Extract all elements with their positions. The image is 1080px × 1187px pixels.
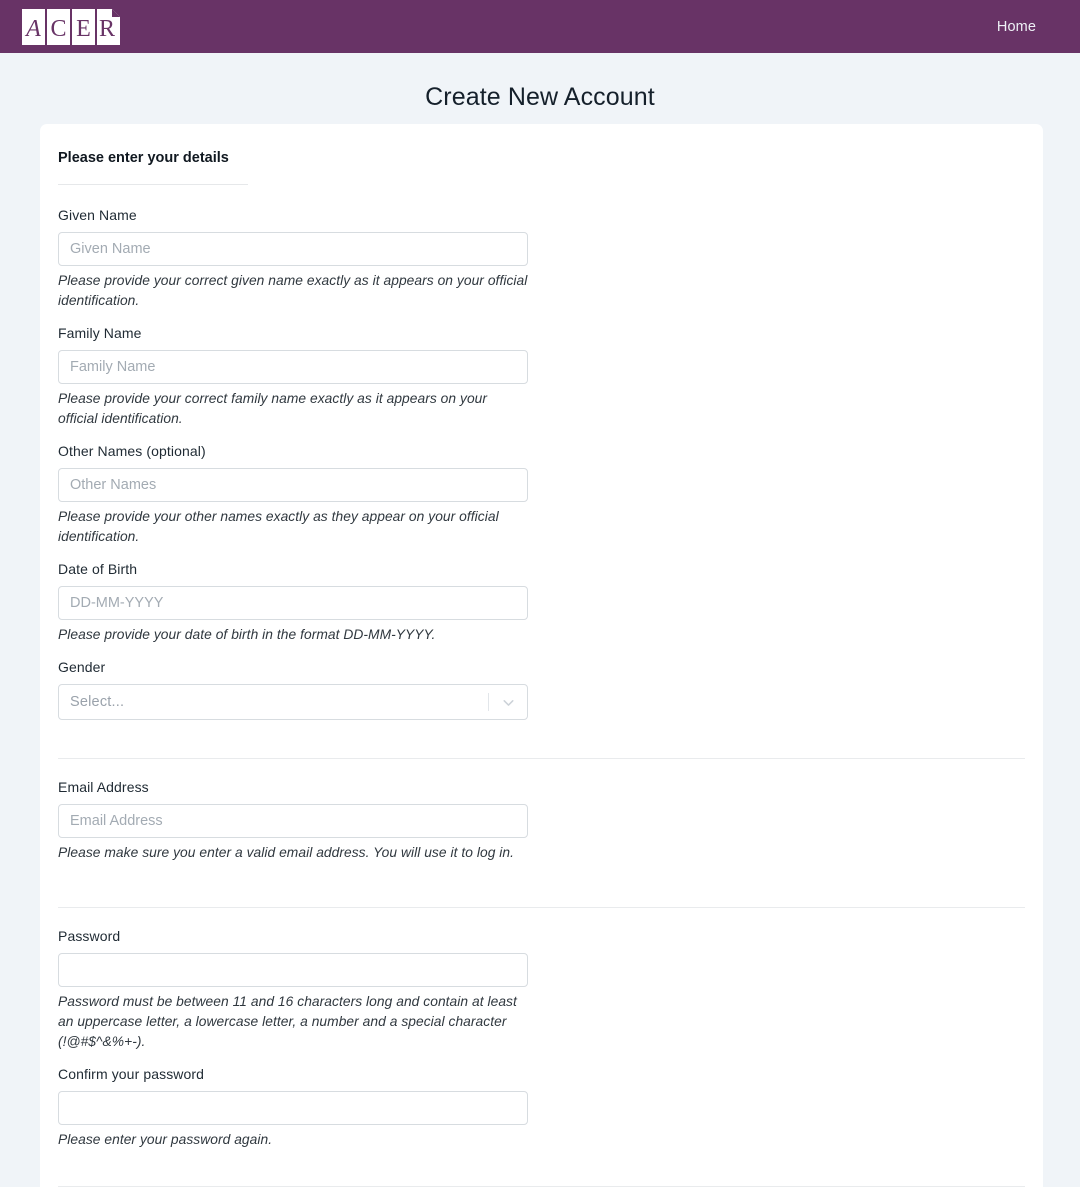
personal-details-group: Given Name Please provide your correct g… [58, 207, 1025, 736]
confirm-password-help-text: Please enter your password again. [58, 1132, 273, 1147]
field-given-name: Given Name Please provide your correct g… [58, 207, 528, 311]
field-confirm-password: Confirm your password Please enter your … [58, 1066, 528, 1150]
family-name-help-text: Please provide your correct family name … [58, 391, 488, 426]
acer-logo-icon: A C E R [22, 8, 120, 45]
field-email-address: Email Address Please make sure you enter… [58, 779, 528, 863]
field-password: Password Password must be between 11 and… [58, 928, 528, 1052]
date-of-birth-label: Date of Birth [58, 561, 138, 577]
svg-text:A: A [24, 16, 41, 42]
field-other-names: Other Names (optional) Please provide yo… [58, 443, 528, 547]
password-input[interactable] [58, 953, 528, 987]
other-names-help-text: Please provide your other names exactly … [58, 509, 499, 544]
nav-home-link[interactable]: Home [997, 19, 1036, 35]
field-date-of-birth: Date of Birth Please provide your date o… [58, 561, 528, 645]
given-name-help-text: Please provide your correct given name e… [58, 273, 528, 308]
section-divider-email [58, 758, 1025, 759]
given-name-label: Given Name [58, 207, 137, 223]
given-name-input[interactable] [58, 232, 528, 266]
gender-selected-value: Select... [70, 694, 125, 710]
section-divider-password [58, 907, 1025, 908]
email-address-help-text: Please make sure you enter a valid email… [58, 845, 515, 860]
gender-select[interactable]: Select... [58, 684, 528, 720]
heading-divider [58, 184, 248, 185]
email-group: Email Address Please make sure you enter… [58, 779, 1025, 885]
svg-text:C: C [50, 16, 66, 42]
field-gender: Gender Select... [58, 659, 528, 720]
confirm-password-label: Confirm your password [58, 1066, 205, 1082]
other-names-input[interactable] [58, 468, 528, 502]
password-label: Password [58, 928, 121, 944]
family-name-label: Family Name [58, 325, 142, 341]
chevron-down-glyph [502, 699, 514, 706]
gender-label: Gender [58, 659, 106, 675]
svg-text:R: R [99, 16, 115, 42]
form-section-heading: Please enter your details [58, 150, 229, 166]
other-names-label: Other Names (optional) [58, 443, 206, 459]
page-title: Create New Account [425, 83, 655, 111]
chevron-down-icon[interactable] [489, 694, 527, 711]
acer-logo[interactable]: A C E R [22, 8, 120, 45]
date-of-birth-help-text: Please provide your date of birth in the… [58, 627, 436, 642]
family-name-input[interactable] [58, 350, 528, 384]
svg-text:E: E [76, 16, 91, 42]
top-nav-links: Home [997, 19, 1036, 35]
field-family-name: Family Name Please provide your correct … [58, 325, 528, 429]
account-form-card: Please enter your details Given Name Ple… [40, 124, 1043, 1187]
date-of-birth-input[interactable] [58, 586, 528, 620]
email-address-input[interactable] [58, 804, 528, 838]
top-navigation-bar: A C E R Home [0, 0, 1080, 53]
email-address-label: Email Address [58, 779, 149, 795]
confirm-password-input[interactable] [58, 1091, 528, 1125]
password-help-text: Password must be between 11 and 16 chara… [58, 994, 517, 1049]
password-group: Password Password must be between 11 and… [58, 928, 1025, 1164]
